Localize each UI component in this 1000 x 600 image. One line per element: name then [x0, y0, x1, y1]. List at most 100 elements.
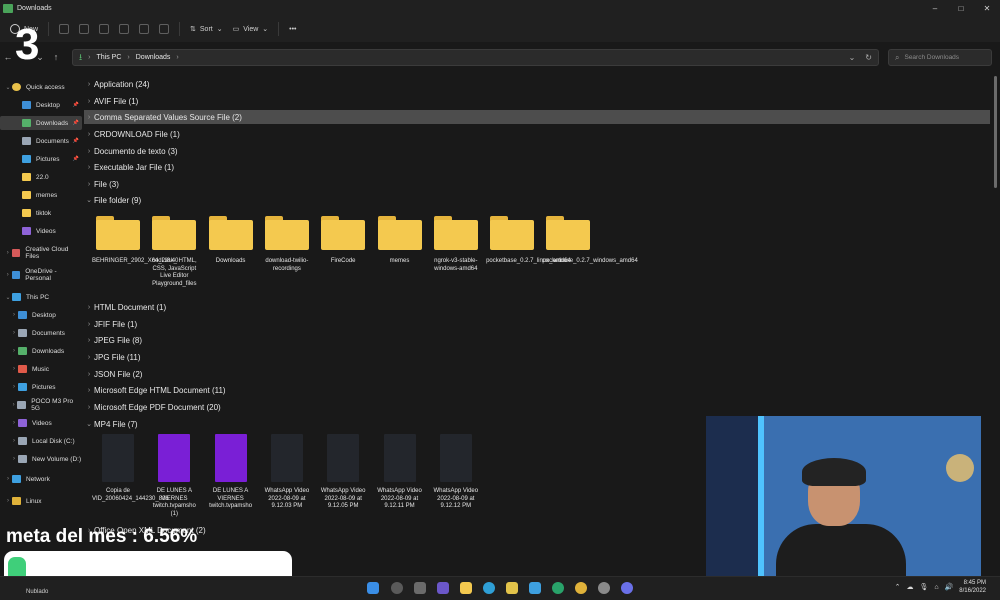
group-header[interactable]: › Executable Jar File (1) — [84, 160, 990, 174]
sidebar-item-downloads[interactable]: › Downloads — [0, 344, 82, 358]
expand-chevron-icon[interactable]: › — [10, 348, 18, 354]
chevron-right-icon[interactable]: › — [84, 354, 94, 361]
sidebar-item-creative-cloud-files[interactable]: › Creative Cloud Files — [0, 246, 82, 260]
paste-button[interactable] — [99, 24, 110, 34]
video-item[interactable]: WhatsApp Video 2022-08-09 at 9.12.05 PM — [317, 434, 369, 511]
group-header[interactable]: › Application (24) — [84, 77, 990, 91]
maximize-button[interactable]: □ — [948, 4, 974, 13]
folder-item[interactable]: pocketbase_0.2.7_windows_amd64 — [542, 216, 638, 266]
expand-chevron-icon[interactable]: › — [10, 402, 18, 408]
file-explorer-icon[interactable] — [460, 582, 472, 594]
sidebar-item-local-disk-c[interactable]: › Local Disk (C:) — [0, 434, 82, 448]
sidebar-item-new-volume-d[interactable]: › New Volume (D:) — [0, 452, 82, 466]
video-item[interactable]: Copia de VID_20060424_144230_836 — [92, 434, 169, 503]
chevron-down-icon[interactable]: ⌄ — [84, 420, 94, 428]
search-input[interactable]: ⌕ Search Downloads — [888, 49, 992, 66]
chrome-icon[interactable] — [575, 582, 587, 594]
folder-item[interactable]: Downloads — [205, 216, 257, 266]
expand-chevron-icon[interactable]: › — [10, 384, 18, 390]
video-item[interactable]: WhatsApp Video 2022-08-09 at 9.12.03 PM — [261, 434, 313, 511]
folder-item[interactable]: codi.link_ HTML, CSS, JavaScript Live Ed… — [148, 216, 200, 288]
expand-chevron-icon[interactable]: › — [10, 438, 18, 444]
sidebar-item-memes[interactable]: memes — [0, 188, 82, 202]
group-header[interactable]: › Microsoft Edge PDF Document (20) — [84, 400, 990, 414]
group-header[interactable]: › JPG File (11) — [84, 350, 990, 364]
chevron-right-icon[interactable]: › — [84, 98, 94, 105]
chevron-up-icon[interactable]: ⌃ — [895, 583, 901, 591]
expand-chevron-icon[interactable]: ⌄ — [4, 84, 12, 91]
store-icon[interactable] — [506, 582, 518, 594]
more-options-button[interactable]: ••• — [289, 26, 296, 33]
sidebar-item-desktop[interactable]: Desktop 📌 — [0, 98, 82, 112]
expand-chevron-icon[interactable]: › — [4, 498, 12, 504]
group-header[interactable]: ⌄ File folder (9) — [84, 193, 990, 207]
group-header[interactable]: › Comma Separated Values Source File (2) — [84, 110, 990, 124]
sidebar-item-22-0[interactable]: 22.0 — [0, 170, 82, 184]
volume-icon[interactable]: 🔊 — [945, 583, 954, 591]
group-header[interactable]: › JPEG File (8) — [84, 333, 990, 347]
back-button[interactable]: ← — [0, 52, 16, 62]
network-icon[interactable]: ⌂ — [934, 584, 938, 591]
breadcrumb-this-pc[interactable]: This PC — [97, 54, 122, 61]
chevron-right-icon[interactable]: › — [84, 387, 94, 394]
chevron-down-icon[interactable]: ⌄ — [84, 196, 94, 204]
expand-chevron-icon[interactable]: › — [10, 456, 18, 462]
delete-button[interactable] — [159, 24, 170, 34]
group-header[interactable]: › CRDOWNLOAD File (1) — [84, 127, 990, 141]
chevron-right-icon[interactable]: › — [84, 371, 94, 378]
sidebar-item-network[interactable]: › Network — [0, 472, 82, 486]
chevron-right-icon[interactable]: › — [84, 131, 94, 138]
expand-chevron-icon[interactable]: › — [10, 312, 18, 318]
video-item[interactable]: DE LUNES A VIERNES twitch.tvpamsho — [205, 434, 257, 511]
folder-item[interactable]: download-twilio-recordings — [261, 216, 313, 273]
sidebar-item-pictures[interactable]: › Pictures — [0, 380, 82, 394]
clock[interactable]: 8:45 PM 8/16/2022 — [959, 579, 986, 595]
sort-button[interactable]: ⇅ Sort ⌄ — [190, 25, 223, 34]
sidebar-item-videos[interactable]: › Videos — [0, 416, 82, 430]
share-button[interactable] — [139, 24, 150, 34]
chevron-right-icon[interactable]: › — [84, 181, 94, 188]
expand-chevron-icon[interactable]: › — [4, 476, 12, 482]
expand-chevron-icon[interactable]: › — [10, 366, 18, 372]
up-button[interactable]: ↑ — [48, 52, 64, 62]
rename-button[interactable] — [119, 24, 130, 34]
copy-button[interactable] — [79, 24, 90, 34]
weather-text[interactable]: Nublado — [26, 589, 48, 595]
chevron-right-icon[interactable]: › — [84, 114, 94, 121]
expand-chevron-icon[interactable]: › — [10, 420, 18, 426]
sidebar-item-music[interactable]: › Music — [0, 362, 82, 376]
start-icon[interactable] — [367, 582, 379, 594]
address-bar[interactable]: ⭳ › This PC › Downloads › ⌄ ↻ — [72, 49, 879, 66]
folder-item[interactable]: memes — [374, 216, 426, 266]
vertical-scrollbar[interactable] — [994, 76, 997, 188]
group-header[interactable]: › AVIF File (1) — [84, 94, 990, 108]
cloud-icon[interactable]: ☁ — [906, 583, 913, 591]
chevron-right-icon[interactable]: › — [84, 81, 94, 88]
sidebar-item-videos[interactable]: Videos — [0, 224, 82, 238]
group-header[interactable]: › JFIF File (1) — [84, 317, 990, 331]
video-item[interactable]: WhatsApp Video 2022-08-09 at 9.12.12 PM — [430, 434, 482, 511]
video-item[interactable]: WhatsApp Video 2022-08-09 at 9.12.11 PM — [374, 434, 426, 511]
sidebar-item-pictures[interactable]: Pictures 📌 — [0, 152, 82, 166]
address-dropdown-icon[interactable]: ⌄ — [849, 53, 856, 62]
search-icon[interactable] — [391, 582, 403, 594]
chat-icon[interactable] — [437, 582, 449, 594]
expand-chevron-icon[interactable]: › — [10, 330, 18, 336]
sidebar-item-linux[interactable]: › Linux — [0, 494, 82, 508]
chevron-right-icon[interactable]: › — [84, 337, 94, 344]
chevron-right-icon[interactable]: › — [84, 321, 94, 328]
minimize-button[interactable]: – — [922, 4, 948, 13]
expand-chevron-icon[interactable]: › — [4, 272, 12, 278]
sidebar-item-tiktok[interactable]: tiktok — [0, 206, 82, 220]
folder-item[interactable]: BEHRINGER_2902_X64_2.8.40 — [92, 216, 178, 266]
folder-item[interactable]: ngrok-v3-stable-windows-amd64 — [430, 216, 482, 273]
chevron-right-icon[interactable]: › — [84, 148, 94, 155]
sidebar-item-quick-access[interactable]: ⌄ Quick access — [0, 80, 82, 94]
edge-icon[interactable] — [483, 582, 495, 594]
sidebar-item-this-pc[interactable]: ⌄ This PC — [0, 290, 82, 304]
group-header[interactable]: › JSON File (2) — [84, 367, 990, 381]
sidebar-item-documents[interactable]: Documents 📌 — [0, 134, 82, 148]
task-view-icon[interactable] — [414, 582, 426, 594]
view-button[interactable]: ▭ View ⌄ — [233, 25, 269, 34]
breadcrumb-downloads[interactable]: Downloads — [136, 54, 171, 61]
